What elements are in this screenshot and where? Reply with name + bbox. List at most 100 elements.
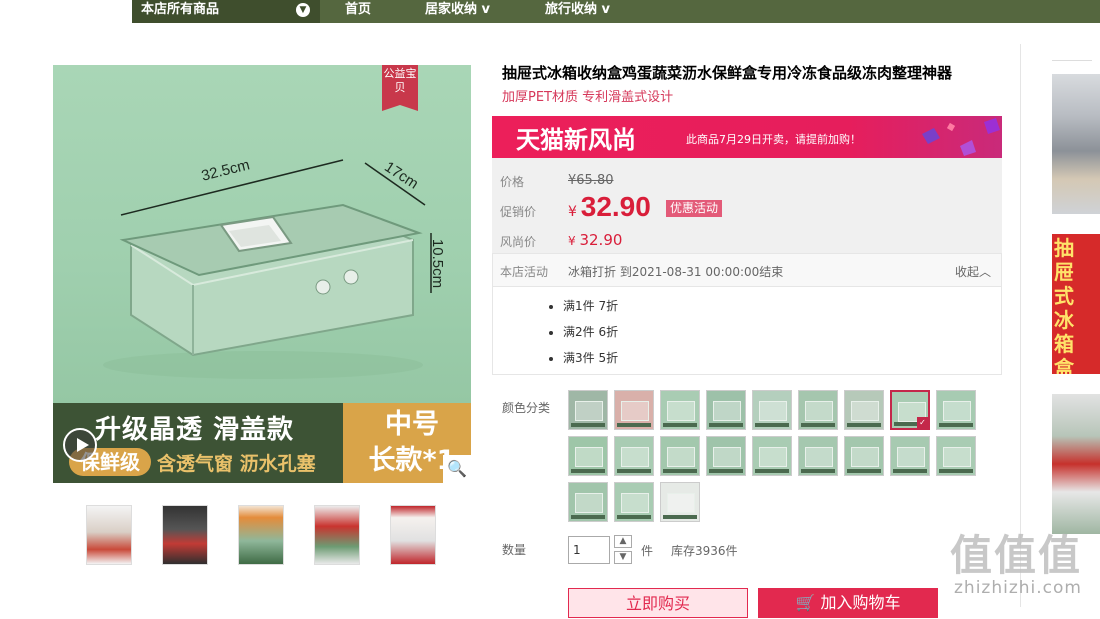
watermark-url: zhizhizhi.com — [954, 578, 1082, 598]
charity-badge: 公益宝贝 — [382, 65, 418, 111]
sku-swatch[interactable] — [568, 390, 608, 430]
sku-swatch[interactable] — [568, 482, 608, 522]
nav-item-home[interactable]: 首页 — [345, 0, 371, 23]
original-price-value: 65.80 — [576, 173, 614, 188]
sku-swatch[interactable]: ✓ — [890, 390, 930, 430]
sku-swatch[interactable] — [752, 436, 792, 476]
swatch-caption — [617, 423, 651, 427]
sku-swatch[interactable] — [614, 390, 654, 430]
swatch-caption — [709, 469, 743, 473]
sku-swatch[interactable] — [936, 390, 976, 430]
thumbnail-4[interactable] — [314, 505, 360, 565]
promo-notice: 此商品7月29日开卖，请提前加购！ — [686, 133, 861, 146]
swatch-caption — [847, 469, 881, 473]
sku-swatch[interactable] — [660, 436, 700, 476]
price-label: 价格 — [500, 175, 525, 189]
fs-price: ¥ 32.90 — [568, 231, 622, 249]
sidebar-ad-text: 抽屉式冰箱盒 — [1054, 236, 1074, 374]
chevron-down-icon: ▼ — [296, 3, 310, 17]
banner-headline: 升级晶透 滑盖款 — [95, 415, 295, 445]
nav-item-travel-storage[interactable]: 旅行收纳 v — [545, 0, 610, 23]
list-item: 满1件 7折 — [563, 293, 1001, 319]
swatch-box-image — [575, 493, 603, 513]
sidebar-ad-3[interactable] — [1052, 394, 1100, 534]
promo-banner: 天猫新风尚 此商品7月29日开卖，请提前加购！ — [492, 116, 1002, 158]
swatch-caption — [571, 423, 605, 427]
sku-swatch[interactable] — [614, 482, 654, 522]
increase-icon[interactable]: ▲ — [614, 535, 632, 548]
swatch-box-image — [667, 493, 695, 513]
sku-swatch[interactable] — [890, 436, 930, 476]
swatch-caption — [847, 423, 881, 427]
swatch-caption — [801, 469, 835, 473]
sku-swatch[interactable] — [706, 390, 746, 430]
product-subtitle: 加厚PET材质 专利滑盖式设计 — [502, 90, 674, 105]
sku-swatch[interactable] — [844, 390, 884, 430]
sku-swatch[interactable] — [706, 436, 746, 476]
swatch-box-image — [621, 401, 649, 421]
fs-price-value: 32.90 — [579, 231, 623, 249]
swatch-caption — [939, 469, 973, 473]
sku-swatch[interactable] — [568, 436, 608, 476]
play-video-icon[interactable] — [63, 428, 97, 462]
sku-swatch[interactable] — [660, 390, 700, 430]
swatch-box-image — [575, 401, 603, 421]
sidebar-ad-1[interactable] — [1052, 74, 1100, 214]
sku-swatch[interactable] — [936, 436, 976, 476]
sku-swatch[interactable] — [660, 482, 700, 522]
promo-decoration — [922, 118, 1000, 156]
container-illustration — [103, 159, 432, 379]
swatch-caption — [663, 515, 697, 519]
sidebar-header — [1052, 46, 1092, 61]
activity-text: 冰箱打折 到2021-08-31 00:00:00结束 — [568, 265, 784, 279]
swatch-caption — [617, 515, 651, 519]
sku-swatch[interactable] — [614, 436, 654, 476]
swatch-box-image — [621, 493, 649, 513]
size-line-1: 中号 — [385, 409, 439, 440]
decrease-icon[interactable]: ▼ — [614, 551, 632, 564]
watermark-logo: 值值值 — [950, 531, 1083, 580]
add-to-cart-button[interactable]: 🛒 加入购物车 — [758, 588, 938, 618]
thumbnail-1[interactable] — [86, 505, 132, 565]
fs-price-label: 风尚价 — [500, 235, 537, 249]
all-goods-menu[interactable]: 本店所有商品 ▼ — [132, 0, 320, 23]
sku-swatch[interactable] — [752, 390, 792, 430]
sku-swatch[interactable] — [798, 390, 838, 430]
promo-tag[interactable]: 优惠活动 — [666, 200, 723, 217]
swatch-box-image — [851, 401, 879, 421]
quantity-unit: 件 — [641, 544, 654, 558]
quantity-label: 数量 — [502, 543, 527, 557]
sku-swatch[interactable] — [798, 436, 838, 476]
thumbnail-5[interactable] — [390, 505, 436, 565]
swatch-box-image — [759, 401, 787, 421]
sidebar-ad-2[interactable]: 抽屉式冰箱盒 — [1052, 234, 1100, 374]
promo-brand: 天猫新风尚 — [516, 125, 636, 154]
activity-rules: 满1件 7折 满2件 6折 满3件 5折 — [492, 286, 1002, 375]
thumbnail-2[interactable] — [162, 505, 208, 565]
main-product-image[interactable]: 32.5cm 17cm 10.5cm 公益宝贝 升级晶透 滑盖款 保鲜级 含透气… — [53, 65, 471, 483]
swatch-caption — [755, 469, 789, 473]
swatch-caption — [801, 423, 835, 427]
swatch-box-image — [759, 447, 787, 467]
product-photo — [53, 65, 471, 403]
swatch-box-image — [897, 447, 925, 467]
swatch-caption — [939, 423, 973, 427]
top-nav: 本店所有商品 ▼ 首页 居家收纳 v 旅行收纳 v — [132, 0, 1100, 23]
quantity-input[interactable]: 1 — [568, 536, 610, 564]
original-price: ¥65.80 — [568, 173, 614, 188]
list-item: 满2件 6折 — [563, 319, 1001, 345]
swatch-box-image — [943, 447, 971, 467]
collapse-toggle[interactable]: 收起︿ — [955, 263, 991, 280]
check-icon: ✓ — [917, 417, 928, 428]
nav-item-home-storage[interactable]: 居家收纳 v — [425, 0, 490, 23]
zoom-icon[interactable]: 🔍 — [443, 455, 471, 483]
price-box: 价格 ¥65.80 促销价 ¥ 32.90 优惠活动 风尚价 ¥ 32.90 — [492, 158, 1002, 253]
swatch-box-image — [575, 447, 603, 467]
list-item: 满3件 5折 — [563, 345, 1001, 371]
buy-now-button[interactable]: 立即购买 — [568, 588, 748, 618]
store-activity: 本店活动 冰箱打折 到2021-08-31 00:00:00结束 收起︿ — [492, 253, 1002, 286]
cart-icon: 🛒 — [795, 593, 816, 612]
sku-swatch[interactable] — [844, 436, 884, 476]
thumbnail-3[interactable] — [238, 505, 284, 565]
swatch-box-image — [805, 401, 833, 421]
